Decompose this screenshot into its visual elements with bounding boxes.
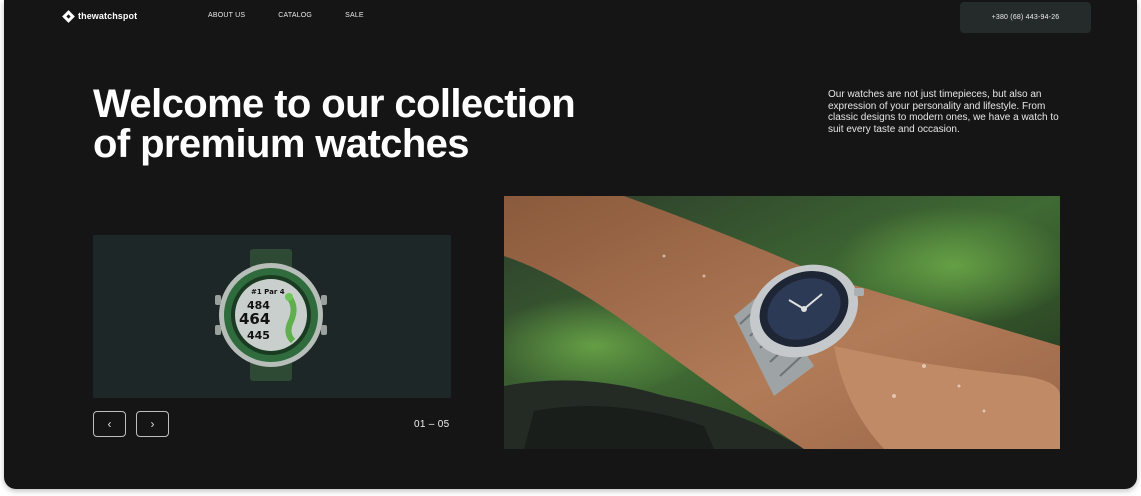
title-line-1: Welcome to our collection [93, 82, 576, 126]
logo[interactable]: thewatchspot [62, 9, 138, 23]
watch-distance-2: 464 [239, 310, 270, 328]
watch-distance-3: 445 [247, 329, 270, 342]
watch-image: #1 Par 4 484 464 445 [215, 249, 327, 381]
phone-button[interactable]: +380 (68) 443-94-26 [960, 2, 1091, 33]
watch-hole-text: #1 Par 4 [251, 288, 285, 296]
page: thewatchspot ABOUT US CATALOG SALE +380 … [4, 0, 1137, 489]
product-card[interactable]: #1 Par 4 484 464 445 [93, 235, 451, 398]
slide-counter: 01 – 05 [414, 419, 450, 430]
chevron-left-icon: ‹ [107, 417, 112, 431]
prev-button[interactable]: ‹ [93, 411, 126, 437]
hero-description: Our watches are not just timepieces, but… [828, 89, 1059, 135]
nav-about-us[interactable]: ABOUT US [208, 12, 245, 19]
hero-photo [504, 196, 1060, 449]
nav-sale[interactable]: SALE [345, 12, 364, 19]
next-button[interactable]: › [136, 411, 169, 437]
page-title: Welcome to our collection of premium wat… [93, 84, 733, 164]
nav-catalog[interactable]: CATALOG [278, 12, 312, 19]
logo-text: thewatchspot [78, 11, 138, 21]
chevron-right-icon: › [150, 417, 155, 431]
title-line-2: of premium watches [93, 122, 470, 166]
wrist-watch-photo [504, 196, 1060, 449]
main-nav: ABOUT US CATALOG SALE [208, 12, 364, 19]
logo-icon [62, 9, 75, 23]
